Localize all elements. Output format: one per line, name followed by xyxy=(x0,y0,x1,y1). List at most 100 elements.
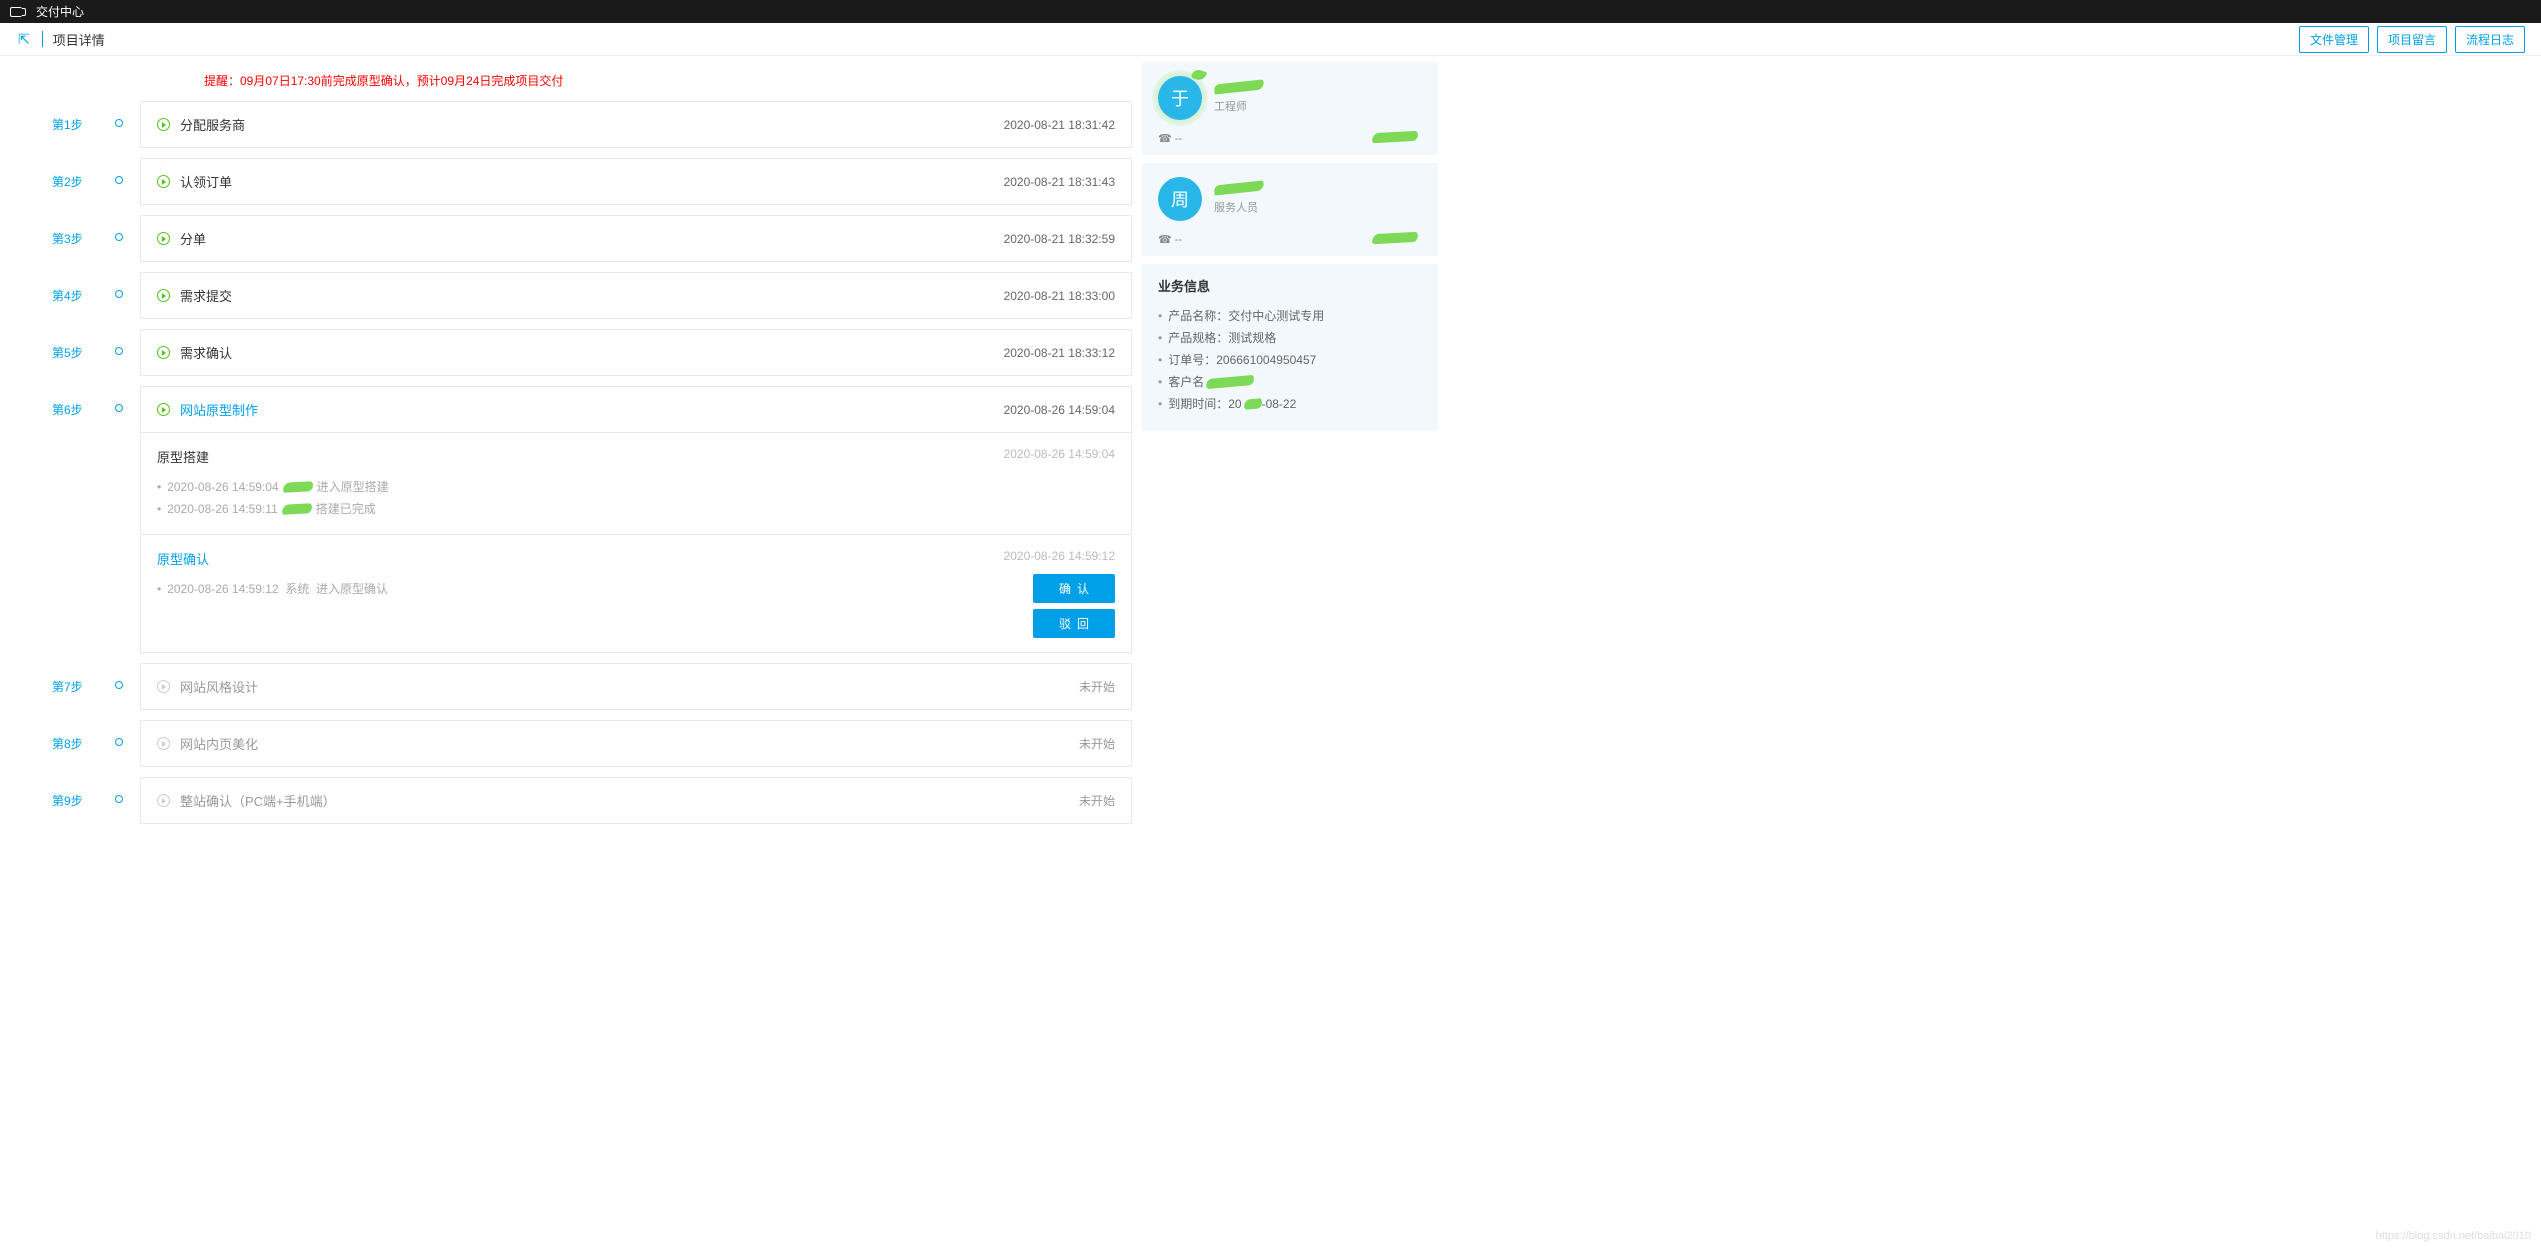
timeline-dot-icon xyxy=(115,795,123,803)
timeline-dot-icon xyxy=(115,119,123,127)
redacted-icon xyxy=(282,503,312,515)
step-row: 第4步 需求提交 2020-08-21 18:33:00 xyxy=(52,272,1132,319)
step-title: 认领订单 xyxy=(180,172,232,191)
step-label: 第9步 xyxy=(52,777,98,809)
person-card: 于 工程师 ☎ -- xyxy=(1142,62,1438,155)
app-title: 交付中心 xyxy=(36,3,84,20)
file-manage-button[interactable]: 文件管理 xyxy=(2299,26,2369,53)
biz-line: 订单号：206661004950457 xyxy=(1158,349,1422,371)
redacted-icon xyxy=(1214,79,1265,94)
process-log-button[interactable]: 流程日志 xyxy=(2455,26,2525,53)
biz-line: 客户名 xyxy=(1158,371,1422,393)
status-active-icon xyxy=(157,403,170,416)
step-title: 整站确认（PC端+手机端） xyxy=(180,791,336,810)
step-time: 2020-08-21 18:33:00 xyxy=(1004,289,1115,303)
substep-title: 原型搭建 xyxy=(157,447,1115,466)
step-title: 网站原型制作 xyxy=(180,400,258,419)
log-line: 2020-08-26 14:59:12 系统 进入原型确认 xyxy=(157,578,1033,600)
person-role: 服务人员 xyxy=(1214,199,1264,215)
step-time: 2020-08-26 14:59:04 xyxy=(1004,403,1115,417)
step-label: 第8步 xyxy=(52,720,98,752)
avatar: 周 xyxy=(1158,177,1202,221)
redacted-icon xyxy=(1372,131,1418,143)
timeline-dot-icon xyxy=(115,347,123,355)
phone-text: ☎ -- xyxy=(1158,132,1182,145)
step-row: 第8步 网站内页美化 未开始 xyxy=(52,720,1132,767)
watermark: https://blog.csdn.net/baibai2010 xyxy=(2376,1230,2531,1242)
status-done-icon xyxy=(157,346,170,359)
log-text: 搭建已完成 xyxy=(316,498,376,520)
log-text: 进入原型确认 xyxy=(316,578,388,600)
status-done-icon xyxy=(157,118,170,131)
step-status: 未开始 xyxy=(1079,735,1115,752)
step-time: 2020-08-21 18:32:59 xyxy=(1004,232,1115,246)
subbar: ⇱ 项目详情 文件管理 项目留言 流程日志 xyxy=(0,23,2541,56)
substep-time: 2020-08-26 14:59:04 xyxy=(1004,447,1115,461)
redacted-icon xyxy=(1206,375,1255,389)
biz-line: 产品规格：测试规格 xyxy=(1158,327,1422,349)
step-time: 2020-08-21 18:31:42 xyxy=(1004,118,1115,132)
step-row: 第5步 需求确认 2020-08-21 18:33:12 xyxy=(52,329,1132,376)
step-title: 需求确认 xyxy=(180,343,232,362)
redacted-icon xyxy=(1372,232,1418,244)
step-row: 第9步 整站确认（PC端+手机端） 未开始 xyxy=(52,777,1132,824)
person-card: 周 服务人员 ☎ -- xyxy=(1142,163,1438,256)
status-pending-icon xyxy=(157,680,170,693)
log-time: 2020-08-26 14:59:04 xyxy=(167,476,278,498)
biz-line: 到期时间：20-08-22 xyxy=(1158,393,1422,415)
timeline-dot-icon xyxy=(115,738,123,746)
avatar: 于 xyxy=(1158,76,1202,120)
step-label: 第4步 xyxy=(52,272,98,304)
confirm-button[interactable]: 确认 xyxy=(1033,574,1115,603)
step-label: 第2步 xyxy=(52,158,98,190)
redacted-icon xyxy=(1214,180,1265,195)
reject-button[interactable]: 驳回 xyxy=(1033,609,1115,638)
timeline-dot-icon xyxy=(115,290,123,298)
log-time: 2020-08-26 14:59:11 xyxy=(167,498,278,520)
step-row: 第7步 网站风格设计 未开始 xyxy=(52,663,1132,710)
page-title: 项目详情 xyxy=(53,30,105,49)
log-line: 2020-08-26 14:59:11 搭建已完成 xyxy=(157,498,1115,520)
step-row: 第6步 网站原型制作 2020-08-26 14:59:04 2020-08-2… xyxy=(52,386,1132,653)
status-done-icon xyxy=(157,289,170,302)
substep-card: 2020-08-26 14:59:04 原型搭建 2020-08-26 14:5… xyxy=(140,433,1132,535)
step-row: 第3步 分单 2020-08-21 18:32:59 xyxy=(52,215,1132,262)
step-title: 分单 xyxy=(180,229,206,248)
log-time: 2020-08-26 14:59:12 xyxy=(167,578,278,600)
log-line: 2020-08-26 14:59:04 进入原型搭建 xyxy=(157,476,1115,498)
substep-card: 2020-08-26 14:59:12 原型确认 2020-08-26 14:5… xyxy=(140,535,1132,653)
step-title: 需求提交 xyxy=(180,286,232,305)
status-pending-icon xyxy=(157,794,170,807)
timeline-dot-icon xyxy=(115,404,123,412)
phone-text: ☎ -- xyxy=(1158,233,1182,246)
timeline-dot-icon xyxy=(115,681,123,689)
person-role: 工程师 xyxy=(1214,98,1264,114)
back-icon[interactable]: ⇱ xyxy=(10,31,38,48)
redacted-icon xyxy=(282,481,312,493)
substep-time: 2020-08-26 14:59:12 xyxy=(1004,549,1115,563)
step-status: 未开始 xyxy=(1079,792,1115,809)
redacted-icon xyxy=(1243,398,1262,410)
timeline-dot-icon xyxy=(115,233,123,241)
reminder-text: 提醒：09月07日17:30前完成原型确认，预计09月24日完成项目交付 xyxy=(52,62,1132,101)
log-text: 进入原型搭建 xyxy=(317,476,389,498)
step-time: 2020-08-21 18:33:12 xyxy=(1004,346,1115,360)
step-title: 网站内页美化 xyxy=(180,734,258,753)
step-row: 第1步 分配服务商 2020-08-21 18:31:42 xyxy=(52,101,1132,148)
step-label: 第3步 xyxy=(52,215,98,247)
step-label: 第7步 xyxy=(52,663,98,695)
project-message-button[interactable]: 项目留言 xyxy=(2377,26,2447,53)
step-status: 未开始 xyxy=(1079,678,1115,695)
app-logo-icon xyxy=(10,7,22,17)
biz-heading: 业务信息 xyxy=(1158,276,1422,295)
timeline-dot-icon xyxy=(115,176,123,184)
step-time: 2020-08-21 18:31:43 xyxy=(1004,175,1115,189)
step-row: 第2步 认领订单 2020-08-21 18:31:43 xyxy=(52,158,1132,205)
status-done-icon xyxy=(157,232,170,245)
status-done-icon xyxy=(157,175,170,188)
biz-line: 产品名称：交付中心测试专用 xyxy=(1158,305,1422,327)
substep-title: 原型确认 xyxy=(157,549,1115,568)
business-info-panel: 业务信息 产品名称：交付中心测试专用 产品规格：测试规格 订单号：2066610… xyxy=(1142,264,1438,431)
step-label: 第6步 xyxy=(52,386,98,418)
step-label: 第1步 xyxy=(52,101,98,133)
